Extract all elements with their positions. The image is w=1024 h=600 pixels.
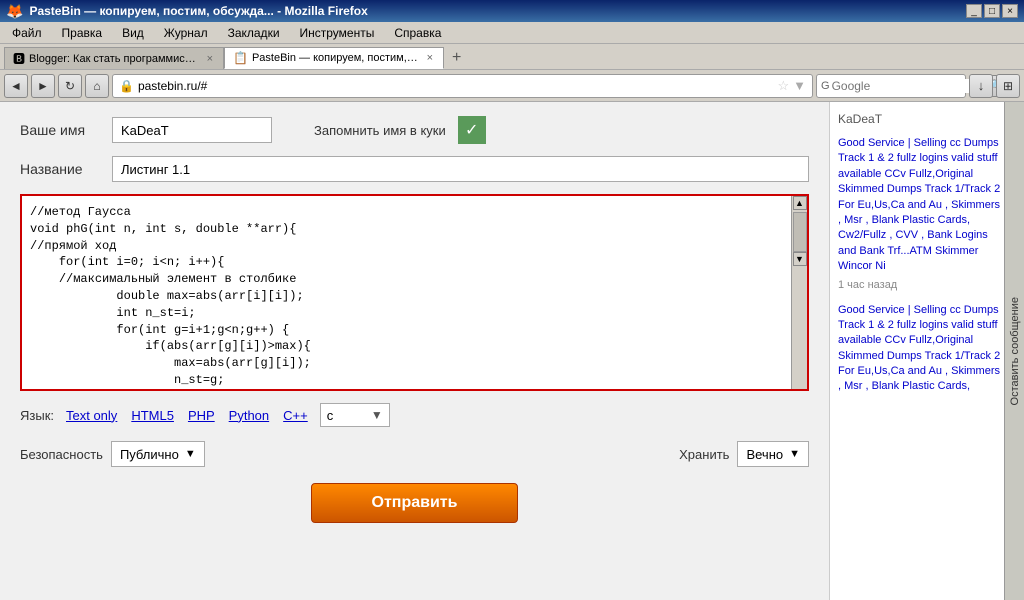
tab-blogger-label: Blogger: Как стать программистом – Но...: [29, 53, 201, 65]
menu-history[interactable]: Журнал: [156, 24, 216, 42]
scroll-thumb[interactable]: [793, 212, 807, 252]
fullscreen-button[interactable]: ⊞: [996, 74, 1020, 98]
name-label: Ваше имя: [20, 122, 100, 138]
tab-blogger-close[interactable]: ×: [205, 53, 215, 65]
sidebar: KaDeaT Good Service | Selling cc Dumps T…: [829, 102, 1024, 600]
vertical-tab[interactable]: Оставить сообщение: [1004, 102, 1024, 600]
back-button[interactable]: ◄: [4, 74, 28, 98]
store-select[interactable]: Вечно ▼: [737, 441, 809, 467]
close-button[interactable]: ×: [1002, 4, 1018, 18]
title-label: Название: [20, 161, 100, 177]
menu-bookmarks[interactable]: Закладки: [220, 24, 288, 42]
search-bar-wrap: G 🔍: [816, 74, 966, 98]
name-input[interactable]: [112, 117, 272, 143]
lang-python[interactable]: Python: [227, 408, 271, 423]
title-row: Название: [20, 156, 809, 182]
bookmark-star-icon[interactable]: ☆: [777, 78, 789, 94]
security-label: Безопасность: [20, 447, 103, 462]
lang-selected-text: c: [327, 408, 367, 423]
home-button[interactable]: ⌂: [85, 74, 109, 98]
submit-button[interactable]: Отправить: [311, 483, 519, 523]
options-row: Безопасность Публично ▼ Хранить Вечно ▼: [20, 441, 809, 467]
scroll-up[interactable]: ▲: [793, 196, 807, 210]
maximize-button[interactable]: □: [984, 4, 1000, 18]
window-title-text: PasteBin — копируем, постим, обсужда... …: [29, 4, 367, 18]
title-input[interactable]: [112, 156, 809, 182]
store-value: Вечно: [746, 447, 783, 462]
main-layout: Ваше имя Запомнить имя в куки ✓ Название…: [0, 102, 1024, 600]
reload-button[interactable]: ↻: [58, 74, 82, 98]
tab-pastebin-close[interactable]: ×: [425, 52, 435, 64]
sidebar-ad-link-2[interactable]: Good Service | Selling cc Dumps Track 1 …: [838, 303, 1004, 395]
address-icon: 🔒: [119, 79, 134, 93]
download-button[interactable]: ↓: [969, 74, 993, 98]
window-title-area: 🦊 PasteBin — копируем, постим, обсужда..…: [6, 3, 368, 20]
remember-button[interactable]: ✓: [458, 116, 486, 144]
scroll-down[interactable]: ▼: [793, 252, 807, 266]
store-label: Хранить: [679, 447, 729, 462]
lang-label: Язык:: [20, 408, 54, 423]
pastebin-icon: 📋: [233, 51, 248, 65]
menu-file[interactable]: Файл: [4, 24, 50, 42]
name-row: Ваше имя Запомнить имя в куки ✓: [20, 116, 809, 144]
menubar: Файл Правка Вид Журнал Закладки Инструме…: [0, 22, 1024, 44]
lang-dropdown-arrow: ▼: [371, 408, 383, 422]
address-bar-wrap: 🔒 ☆ ▼: [112, 74, 813, 98]
google-icon: G: [821, 80, 830, 92]
menu-tools[interactable]: Инструменты: [292, 24, 383, 42]
titlebar: 🦊 PasteBin — копируем, постим, обсужда..…: [0, 0, 1024, 22]
window-controls: _ □ ×: [966, 4, 1018, 18]
menu-help[interactable]: Справка: [386, 24, 449, 42]
content-area: Ваше имя Запомнить имя в куки ✓ Название…: [0, 102, 829, 600]
minimize-button[interactable]: _: [966, 4, 982, 18]
lang-cpp[interactable]: C++: [281, 408, 310, 423]
code-editor[interactable]: //метод Гаусса void phG(int n, int s, do…: [22, 196, 791, 386]
blogger-icon: 🅱: [13, 50, 25, 67]
remember-label: Запомнить имя в куки: [314, 123, 446, 138]
security-value: Публично: [120, 447, 179, 462]
bookmark-arrow-icon[interactable]: ▼: [793, 78, 806, 93]
tab-pastebin[interactable]: 📋 PasteBin — копируем, постим, обсужда..…: [224, 47, 444, 69]
search-input[interactable]: [832, 79, 987, 93]
tabbar: 🅱 Blogger: Как стать программистом – Но.…: [0, 44, 1024, 70]
lang-text-only[interactable]: Text only: [64, 408, 119, 423]
forward-button[interactable]: ►: [31, 74, 55, 98]
lang-html5[interactable]: HTML5: [129, 408, 176, 423]
editor-scrollbar[interactable]: ▲ ▼: [791, 196, 807, 389]
code-editor-wrap: //метод Гаусса void phG(int n, int s, do…: [20, 194, 809, 391]
sidebar-time-1: 1 час назад: [838, 279, 1004, 291]
tab-blogger[interactable]: 🅱 Blogger: Как стать программистом – Но.…: [4, 47, 224, 69]
address-input[interactable]: [138, 79, 774, 93]
new-tab-button[interactable]: +: [444, 47, 469, 69]
store-group: Хранить Вечно ▼: [679, 441, 809, 467]
submit-wrap: Отправить: [20, 483, 809, 523]
lang-php[interactable]: PHP: [186, 408, 217, 423]
security-group: Безопасность Публично ▼: [20, 441, 205, 467]
security-arrow: ▼: [185, 448, 196, 460]
store-arrow: ▼: [789, 448, 800, 460]
language-row: Язык: Text only HTML5 PHP Python C++ c ▼: [20, 403, 809, 427]
lang-select-wrap[interactable]: c ▼: [320, 403, 390, 427]
navbar: ◄ ► ↻ ⌂ 🔒 ☆ ▼ G 🔍 ↓ ⊞: [0, 70, 1024, 102]
sidebar-ad-link-1[interactable]: Good Service | Selling cc Dumps Track 1 …: [838, 136, 1004, 275]
menu-edit[interactable]: Правка: [54, 24, 111, 42]
security-select[interactable]: Публично ▼: [111, 441, 205, 467]
menu-view[interactable]: Вид: [114, 24, 152, 42]
tab-pastebin-label: PasteBin — копируем, постим, обсужда...: [252, 52, 421, 64]
sidebar-username: KaDeaT: [838, 110, 1004, 128]
vertical-tab-label: Оставить сообщение: [1007, 293, 1023, 409]
window: 🦊 PasteBin — копируем, постим, обсужда..…: [0, 0, 1024, 600]
